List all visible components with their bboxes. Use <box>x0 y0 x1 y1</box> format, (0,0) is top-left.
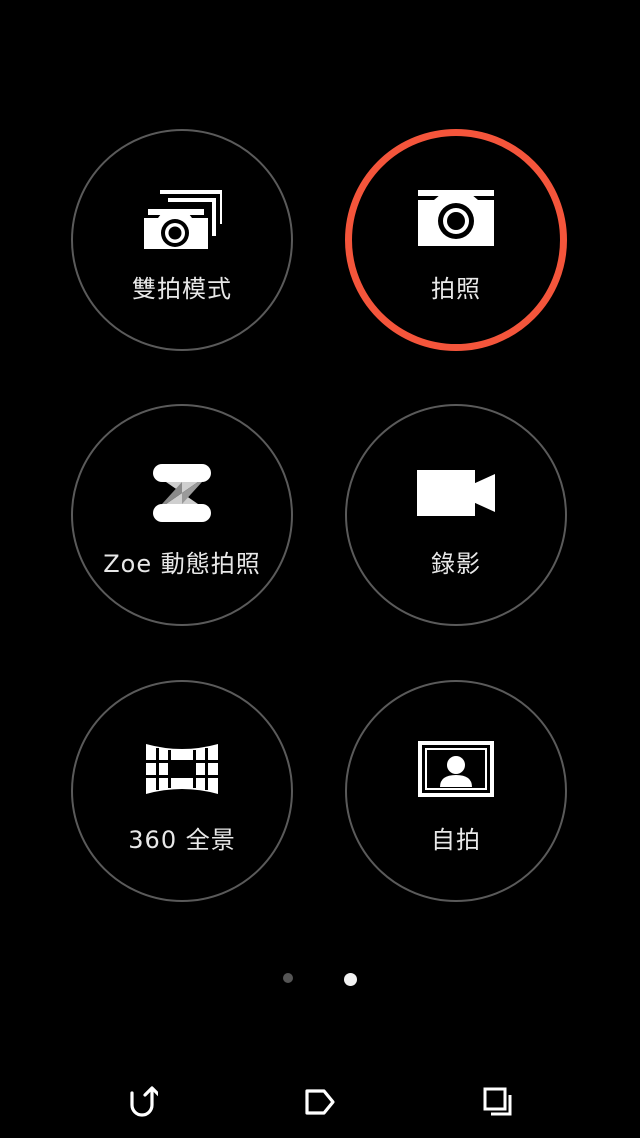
mode-selfie[interactable]: 自拍 <box>345 680 567 902</box>
home-button[interactable] <box>298 1080 342 1124</box>
navigation-bar <box>0 1066 640 1138</box>
back-icon <box>130 1086 158 1117</box>
mode-label: Zoe 動態拍照 <box>103 550 261 578</box>
recents-button[interactable] <box>476 1080 520 1124</box>
mode-label: 自拍 <box>431 826 481 854</box>
mode-dual-capture[interactable]: 雙拍模式 <box>71 129 293 351</box>
mode-label: 錄影 <box>431 550 481 578</box>
mode-label: 雙拍模式 <box>132 275 232 303</box>
home-icon <box>305 1089 335 1115</box>
page-dot-2[interactable] <box>344 973 357 986</box>
selfie-portrait-icon <box>347 734 565 804</box>
page-dot-1[interactable] <box>283 973 293 983</box>
mode-label: 拍照 <box>431 275 481 303</box>
recents-icon <box>483 1087 512 1116</box>
video-camera-icon <box>347 458 565 528</box>
zoe-icon <box>73 458 291 528</box>
mode-photo[interactable]: 拍照 <box>345 129 567 351</box>
mode-zoe[interactable]: Zoe 動態拍照 <box>71 404 293 626</box>
camera-mode-screen: 雙拍模式 拍照 Zoe 動態拍照 錄影 360 全景 自拍 <box>0 0 640 1138</box>
mode-label: 360 全景 <box>128 826 236 854</box>
page-indicator <box>0 972 640 988</box>
back-button[interactable] <box>120 1080 164 1124</box>
camera-icon <box>352 183 560 253</box>
dual-capture-icon <box>73 183 291 253</box>
mode-video[interactable]: 錄影 <box>345 404 567 626</box>
mode-panorama-360[interactable]: 360 全景 <box>71 680 293 902</box>
panorama-icon <box>73 734 291 804</box>
